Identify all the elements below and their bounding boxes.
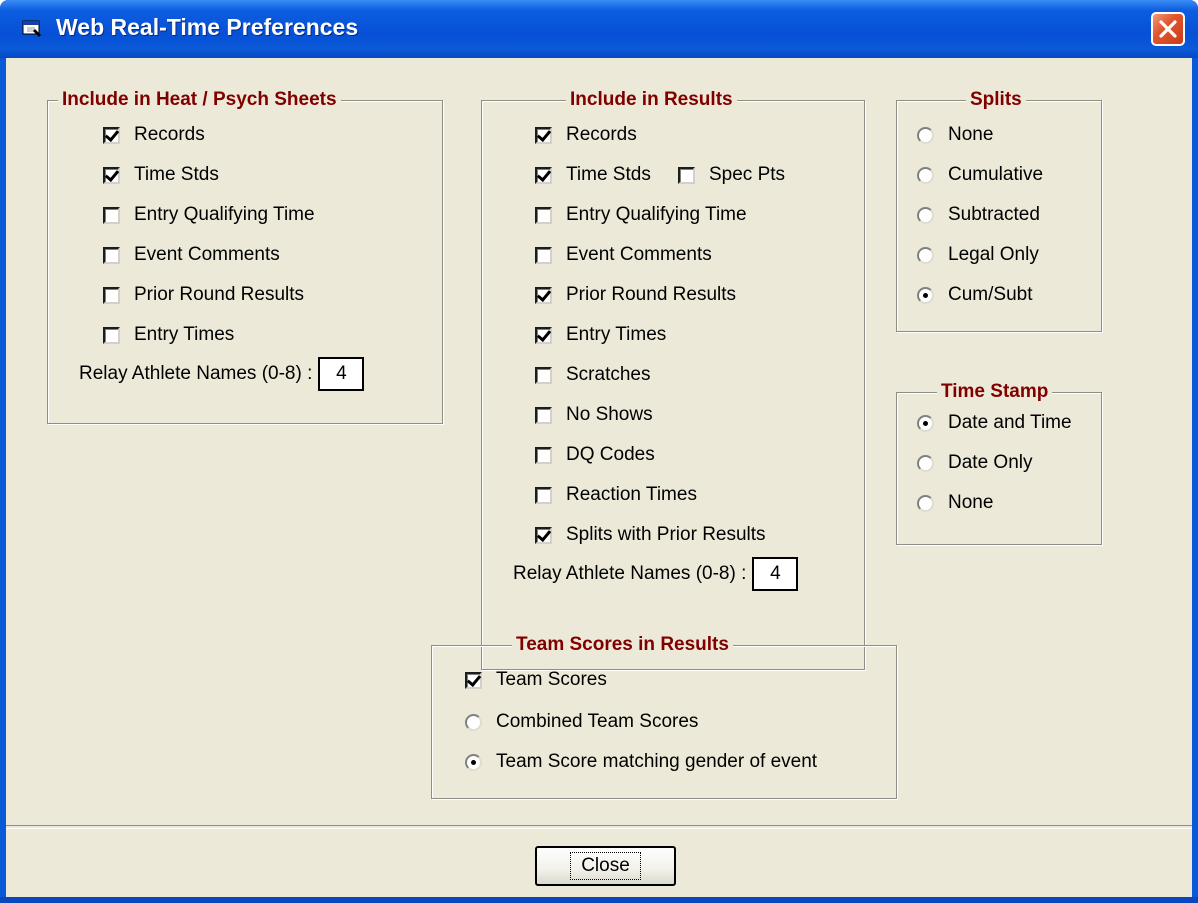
heat-entry-times-checkbox[interactable]: Entry Times: [103, 322, 234, 348]
splits-subtracted-radio[interactable]: Subtracted: [917, 202, 1040, 228]
relay-names-label: Relay Athlete Names (0-8) :: [513, 563, 747, 584]
splits-cumulative-radio[interactable]: Cumulative: [917, 162, 1043, 188]
team-scores-checkbox[interactable]: Team Scores: [465, 667, 607, 693]
checkbox-box[interactable]: [678, 166, 695, 184]
radio-dot[interactable]: [917, 206, 934, 224]
splits-cum-subt-radio[interactable]: Cum/Subt: [917, 282, 1032, 308]
radio-dot[interactable]: [917, 126, 934, 144]
checkbox-box[interactable]: [103, 206, 120, 224]
checkbox-box[interactable]: [535, 406, 552, 424]
dialog-client: Include in Heat / Psych Sheets Records T…: [6, 58, 1192, 897]
radio-dot[interactable]: [917, 454, 934, 472]
radio-dot[interactable]: [465, 713, 482, 731]
results-no-shows-checkbox[interactable]: No Shows: [535, 402, 653, 428]
close-button[interactable]: Close: [535, 846, 676, 886]
close-x-icon[interactable]: [1151, 12, 1185, 46]
radio-dot[interactable]: [917, 166, 934, 184]
heat-records-checkbox[interactable]: Records: [103, 122, 205, 148]
checkbox-box[interactable]: [535, 166, 552, 184]
footer-divider: [6, 825, 1192, 829]
preferences-window: Web Real-Time Preferences Include in Hea…: [0, 0, 1198, 903]
results-relay-names-row: Relay Athlete Names (0-8) : 4: [513, 556, 799, 592]
heat-relay-names-input[interactable]: 4: [318, 357, 365, 391]
time-stamp-date-only-radio[interactable]: Date Only: [917, 450, 1032, 476]
radio-dot[interactable]: [917, 414, 934, 432]
team-scores-legend: Team Scores in Results: [512, 634, 733, 656]
heat-psych-group: Include in Heat / Psych Sheets Records T…: [47, 89, 443, 424]
heat-event-comments-checkbox[interactable]: Event Comments: [103, 242, 280, 268]
checkbox-box[interactable]: [535, 526, 552, 544]
splits-none-radio[interactable]: None: [917, 122, 993, 148]
team-score-matching-gender-radio[interactable]: Team Score matching gender of event: [465, 749, 817, 775]
checkbox-box[interactable]: [465, 671, 482, 689]
results-spec-pts-checkbox[interactable]: Spec Pts: [678, 162, 785, 188]
time-stamp-date-and-time-radio[interactable]: Date and Time: [917, 410, 1072, 436]
checkbox-box[interactable]: [103, 126, 120, 144]
splits-legal-only-radio[interactable]: Legal Only: [917, 242, 1039, 268]
heat-relay-names-row: Relay Athlete Names (0-8) : 4: [79, 356, 365, 392]
team-scores-group: Team Scores in Results Team Scores Combi…: [431, 634, 897, 799]
results-event-comments-checkbox[interactable]: Event Comments: [535, 242, 712, 268]
title-bar[interactable]: Web Real-Time Preferences: [0, 0, 1198, 58]
results-entry-times-checkbox[interactable]: Entry Times: [535, 322, 666, 348]
heat-entry-qualifying-time-checkbox[interactable]: Entry Qualifying Time: [103, 202, 315, 228]
checkbox-box[interactable]: [103, 166, 120, 184]
results-dq-codes-checkbox[interactable]: DQ Codes: [535, 442, 655, 468]
results-prior-round-results-checkbox[interactable]: Prior Round Results: [535, 282, 736, 308]
radio-dot[interactable]: [465, 753, 482, 771]
heat-time-stds-checkbox[interactable]: Time Stds: [103, 162, 219, 188]
checkbox-box[interactable]: [535, 126, 552, 144]
results-legend: Include in Results: [566, 89, 737, 111]
checkbox-box[interactable]: [535, 366, 552, 384]
results-group: Include in Results Records Time Stds Spe…: [481, 89, 865, 670]
results-time-stds-checkbox[interactable]: Time Stds: [535, 162, 651, 188]
window-title: Web Real-Time Preferences: [56, 14, 359, 40]
checkbox-box[interactable]: [535, 246, 552, 264]
close-button-label: Close: [570, 852, 641, 880]
splits-legend: Splits: [966, 89, 1026, 111]
checkbox-box[interactable]: [535, 446, 552, 464]
radio-dot[interactable]: [917, 286, 934, 304]
splits-group: Splits None Cumulative Subtracted Legal …: [896, 89, 1102, 332]
time-stamp-group: Time Stamp Date and Time Date Only None: [896, 381, 1102, 545]
results-relay-names-input[interactable]: 4: [752, 557, 799, 591]
checkbox-box[interactable]: [103, 326, 120, 344]
relay-names-label: Relay Athlete Names (0-8) :: [79, 363, 313, 384]
results-entry-qualifying-time-checkbox[interactable]: Entry Qualifying Time: [535, 202, 747, 228]
checkbox-box[interactable]: [103, 286, 120, 304]
checkbox-box[interactable]: [535, 326, 552, 344]
time-stamp-none-radio[interactable]: None: [917, 490, 993, 516]
combined-team-scores-radio[interactable]: Combined Team Scores: [465, 709, 698, 735]
heat-psych-legend: Include in Heat / Psych Sheets: [58, 89, 341, 111]
checkbox-box[interactable]: [535, 486, 552, 504]
window-bottom-frame: [0, 897, 1198, 903]
radio-dot[interactable]: [917, 494, 934, 512]
checkbox-box[interactable]: [535, 206, 552, 224]
results-reaction-times-checkbox[interactable]: Reaction Times: [535, 482, 697, 508]
radio-dot[interactable]: [917, 246, 934, 264]
app-icon: [22, 20, 41, 37]
results-splits-prior-checkbox[interactable]: Splits with Prior Results: [535, 522, 766, 548]
heat-prior-round-results-checkbox[interactable]: Prior Round Results: [103, 282, 304, 308]
checkbox-box[interactable]: [535, 286, 552, 304]
results-records-checkbox[interactable]: Records: [535, 122, 637, 148]
results-scratches-checkbox[interactable]: Scratches: [535, 362, 650, 388]
time-stamp-legend: Time Stamp: [937, 381, 1053, 403]
checkbox-box[interactable]: [103, 246, 120, 264]
